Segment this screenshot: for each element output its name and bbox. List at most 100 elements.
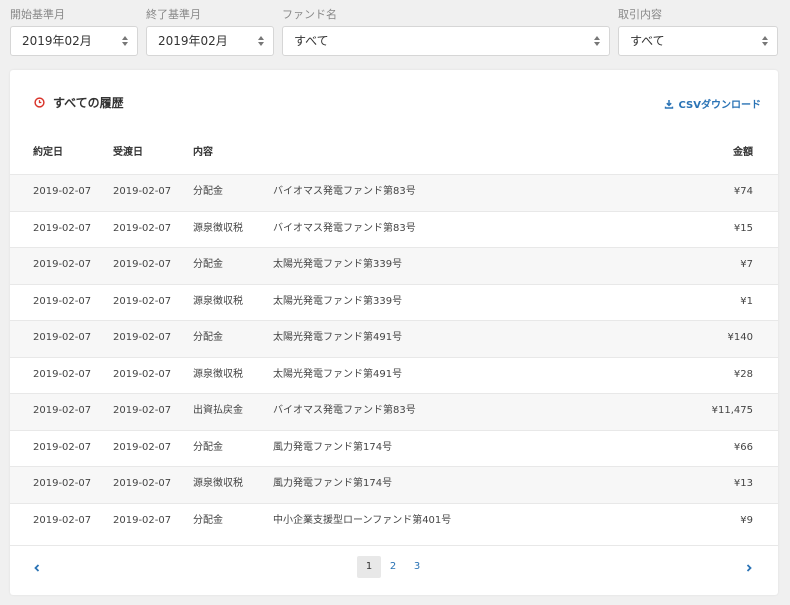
table-row: 2019-02-07 2019-02-07 源泉徴収税 太陽光発電ファンド第49… — [10, 356, 778, 394]
start-month-filter: 開始基準月 2019年02月 — [10, 0, 138, 56]
type-cell: 源泉徴収税 — [193, 295, 243, 307]
table-row: 2019-02-07 2019-02-07 出資払戻金 バイオマス発電ファンド第… — [10, 393, 778, 430]
trade-date-cell: 2019-02-07 — [33, 478, 92, 489]
table-row: 2019-02-07 2019-02-07 源泉徴収税 バイオマス発電ファンド第… — [10, 210, 778, 248]
type-cell: 出資払戻金 — [193, 405, 243, 416]
amount-cell: ¥7 — [740, 259, 753, 270]
amount-cell: ¥140 — [727, 332, 753, 343]
table-row: 2019-02-07 2019-02-07 源泉徴収税 太陽光発電ファンド第33… — [10, 283, 778, 321]
trade-date-cell: 2019-02-07 — [33, 441, 92, 453]
type-cell: 源泉徴収税 — [193, 368, 243, 380]
type-cell: 分配金 — [193, 514, 223, 526]
fund-name-value: すべて — [294, 34, 329, 48]
csv-download-label: CSVダウンロード — [678, 100, 761, 111]
transaction-type-select[interactable]: すべて — [618, 26, 778, 56]
fund-cell: 風力発電ファンド第174号 — [273, 478, 393, 489]
fund-cell: バイオマス発電ファンド第83号 — [273, 405, 416, 416]
amount-cell: ¥15 — [733, 222, 753, 234]
settle-date-cell: 2019-02-07 — [113, 405, 172, 416]
trade-date-cell: 2019-02-07 — [33, 259, 92, 270]
settle-date-cell: 2019-02-07 — [113, 222, 172, 234]
amount-cell: ¥74 — [733, 186, 753, 197]
type-cell: 分配金 — [193, 332, 223, 343]
settle-date-cell: 2019-02-07 — [113, 259, 172, 270]
end-month-label: 終了基準月 — [146, 8, 201, 21]
fund-name-select[interactable]: すべて — [282, 26, 610, 56]
transaction-type-filter: 取引内容 すべて — [618, 0, 778, 56]
header-amount: 金額 — [733, 147, 753, 158]
end-month-select[interactable]: 2019年02月 — [146, 26, 274, 56]
trade-date-cell: 2019-02-07 — [33, 186, 92, 197]
table-row: 2019-02-07 2019-02-07 分配金 太陽光発電ファンド第491号… — [10, 320, 778, 357]
transaction-type-value: すべて — [630, 34, 665, 48]
amount-cell: ¥28 — [733, 368, 753, 380]
fund-cell: 太陽光発電ファンド第339号 — [273, 295, 403, 307]
settle-date-cell: 2019-02-07 — [113, 441, 172, 453]
trade-date-cell: 2019-02-07 — [33, 222, 92, 234]
page-2-button[interactable]: 2 — [381, 556, 405, 578]
select-arrows-icon — [762, 36, 769, 46]
trade-date-cell: 2019-02-07 — [33, 332, 92, 343]
trade-date-cell: 2019-02-07 — [33, 295, 92, 307]
header-settle-date: 受渡日 — [113, 147, 143, 158]
transaction-type-label: 取引内容 — [618, 8, 662, 21]
trade-date-cell: 2019-02-07 — [33, 405, 92, 416]
fund-cell: 太陽光発電ファンド第339号 — [273, 259, 403, 270]
start-month-label: 開始基準月 — [10, 8, 65, 21]
select-arrows-icon — [258, 36, 265, 46]
table-header: 約定日 受渡日 内容 金額 — [10, 136, 778, 174]
clock-icon — [34, 96, 45, 108]
chevron-left-icon[interactable] — [32, 563, 42, 573]
amount-cell: ¥13 — [733, 478, 753, 489]
fund-cell: 太陽光発電ファンド第491号 — [273, 332, 403, 343]
settle-date-cell: 2019-02-07 — [113, 368, 172, 380]
start-month-select[interactable]: 2019年02月 — [10, 26, 138, 56]
table-row: 2019-02-07 2019-02-07 分配金 中小企業支援型ローンファンド… — [10, 502, 778, 540]
card-title: すべての履歴 — [53, 95, 124, 110]
history-table: 約定日 受渡日 内容 金額 2019-02-07 2019-02-07 分配金 … — [10, 136, 778, 539]
page-1-button[interactable]: 1 — [357, 556, 381, 578]
table-row: 2019-02-07 2019-02-07 源泉徴収税 風力発電ファンド第174… — [10, 466, 778, 503]
end-month-value: 2019年02月 — [158, 34, 228, 48]
end-month-filter: 終了基準月 2019年02月 — [146, 0, 274, 56]
fund-cell: バイオマス発電ファンド第83号 — [273, 222, 416, 234]
csv-download-link[interactable]: CSVダウンロード — [664, 96, 761, 111]
amount-cell: ¥11,475 — [711, 405, 753, 416]
table-row: 2019-02-07 2019-02-07 分配金 風力発電ファンド第174号 … — [10, 429, 778, 467]
fund-name-label: ファンド名 — [282, 8, 337, 21]
table-row: 2019-02-07 2019-02-07 分配金 太陽光発電ファンド第339号… — [10, 247, 778, 284]
select-arrows-icon — [594, 36, 601, 46]
pagination: 1 2 3 — [10, 545, 778, 581]
header-trade-date: 約定日 — [33, 147, 63, 158]
amount-cell: ¥66 — [733, 441, 753, 453]
fund-cell: 太陽光発電ファンド第491号 — [273, 368, 403, 380]
fund-name-filter: ファンド名 すべて — [282, 0, 610, 56]
settle-date-cell: 2019-02-07 — [113, 514, 172, 526]
type-cell: 分配金 — [193, 259, 223, 270]
trade-date-cell: 2019-02-07 — [33, 368, 92, 380]
select-arrows-icon — [122, 36, 129, 46]
filter-bar: 開始基準月 2019年02月 終了基準月 2019年02月 ファンド名 すべて … — [0, 0, 790, 62]
header-type: 内容 — [193, 147, 213, 158]
type-cell: 源泉徴収税 — [193, 222, 243, 234]
fund-cell: 中小企業支援型ローンファンド第401号 — [273, 514, 452, 526]
card-header: すべての履歴 — [34, 94, 124, 110]
fund-cell: バイオマス発電ファンド第83号 — [273, 186, 416, 197]
settle-date-cell: 2019-02-07 — [113, 186, 172, 197]
settle-date-cell: 2019-02-07 — [113, 332, 172, 343]
type-cell: 分配金 — [193, 186, 223, 197]
download-icon — [664, 99, 673, 109]
history-card: すべての履歴 CSVダウンロード 約定日 受渡日 内容 金額 2019-02-0… — [10, 70, 778, 595]
trade-date-cell: 2019-02-07 — [33, 514, 92, 526]
settle-date-cell: 2019-02-07 — [113, 478, 172, 489]
chevron-right-icon[interactable] — [744, 563, 754, 573]
amount-cell: ¥9 — [740, 514, 753, 526]
page-3-button[interactable]: 3 — [405, 556, 429, 578]
table-row: 2019-02-07 2019-02-07 分配金 バイオマス発電ファンド第83… — [10, 174, 778, 211]
type-cell: 源泉徴収税 — [193, 478, 243, 489]
fund-cell: 風力発電ファンド第174号 — [273, 441, 393, 453]
page-list: 1 2 3 — [357, 556, 429, 578]
start-month-value: 2019年02月 — [22, 34, 92, 48]
settle-date-cell: 2019-02-07 — [113, 295, 172, 307]
amount-cell: ¥1 — [740, 295, 753, 307]
